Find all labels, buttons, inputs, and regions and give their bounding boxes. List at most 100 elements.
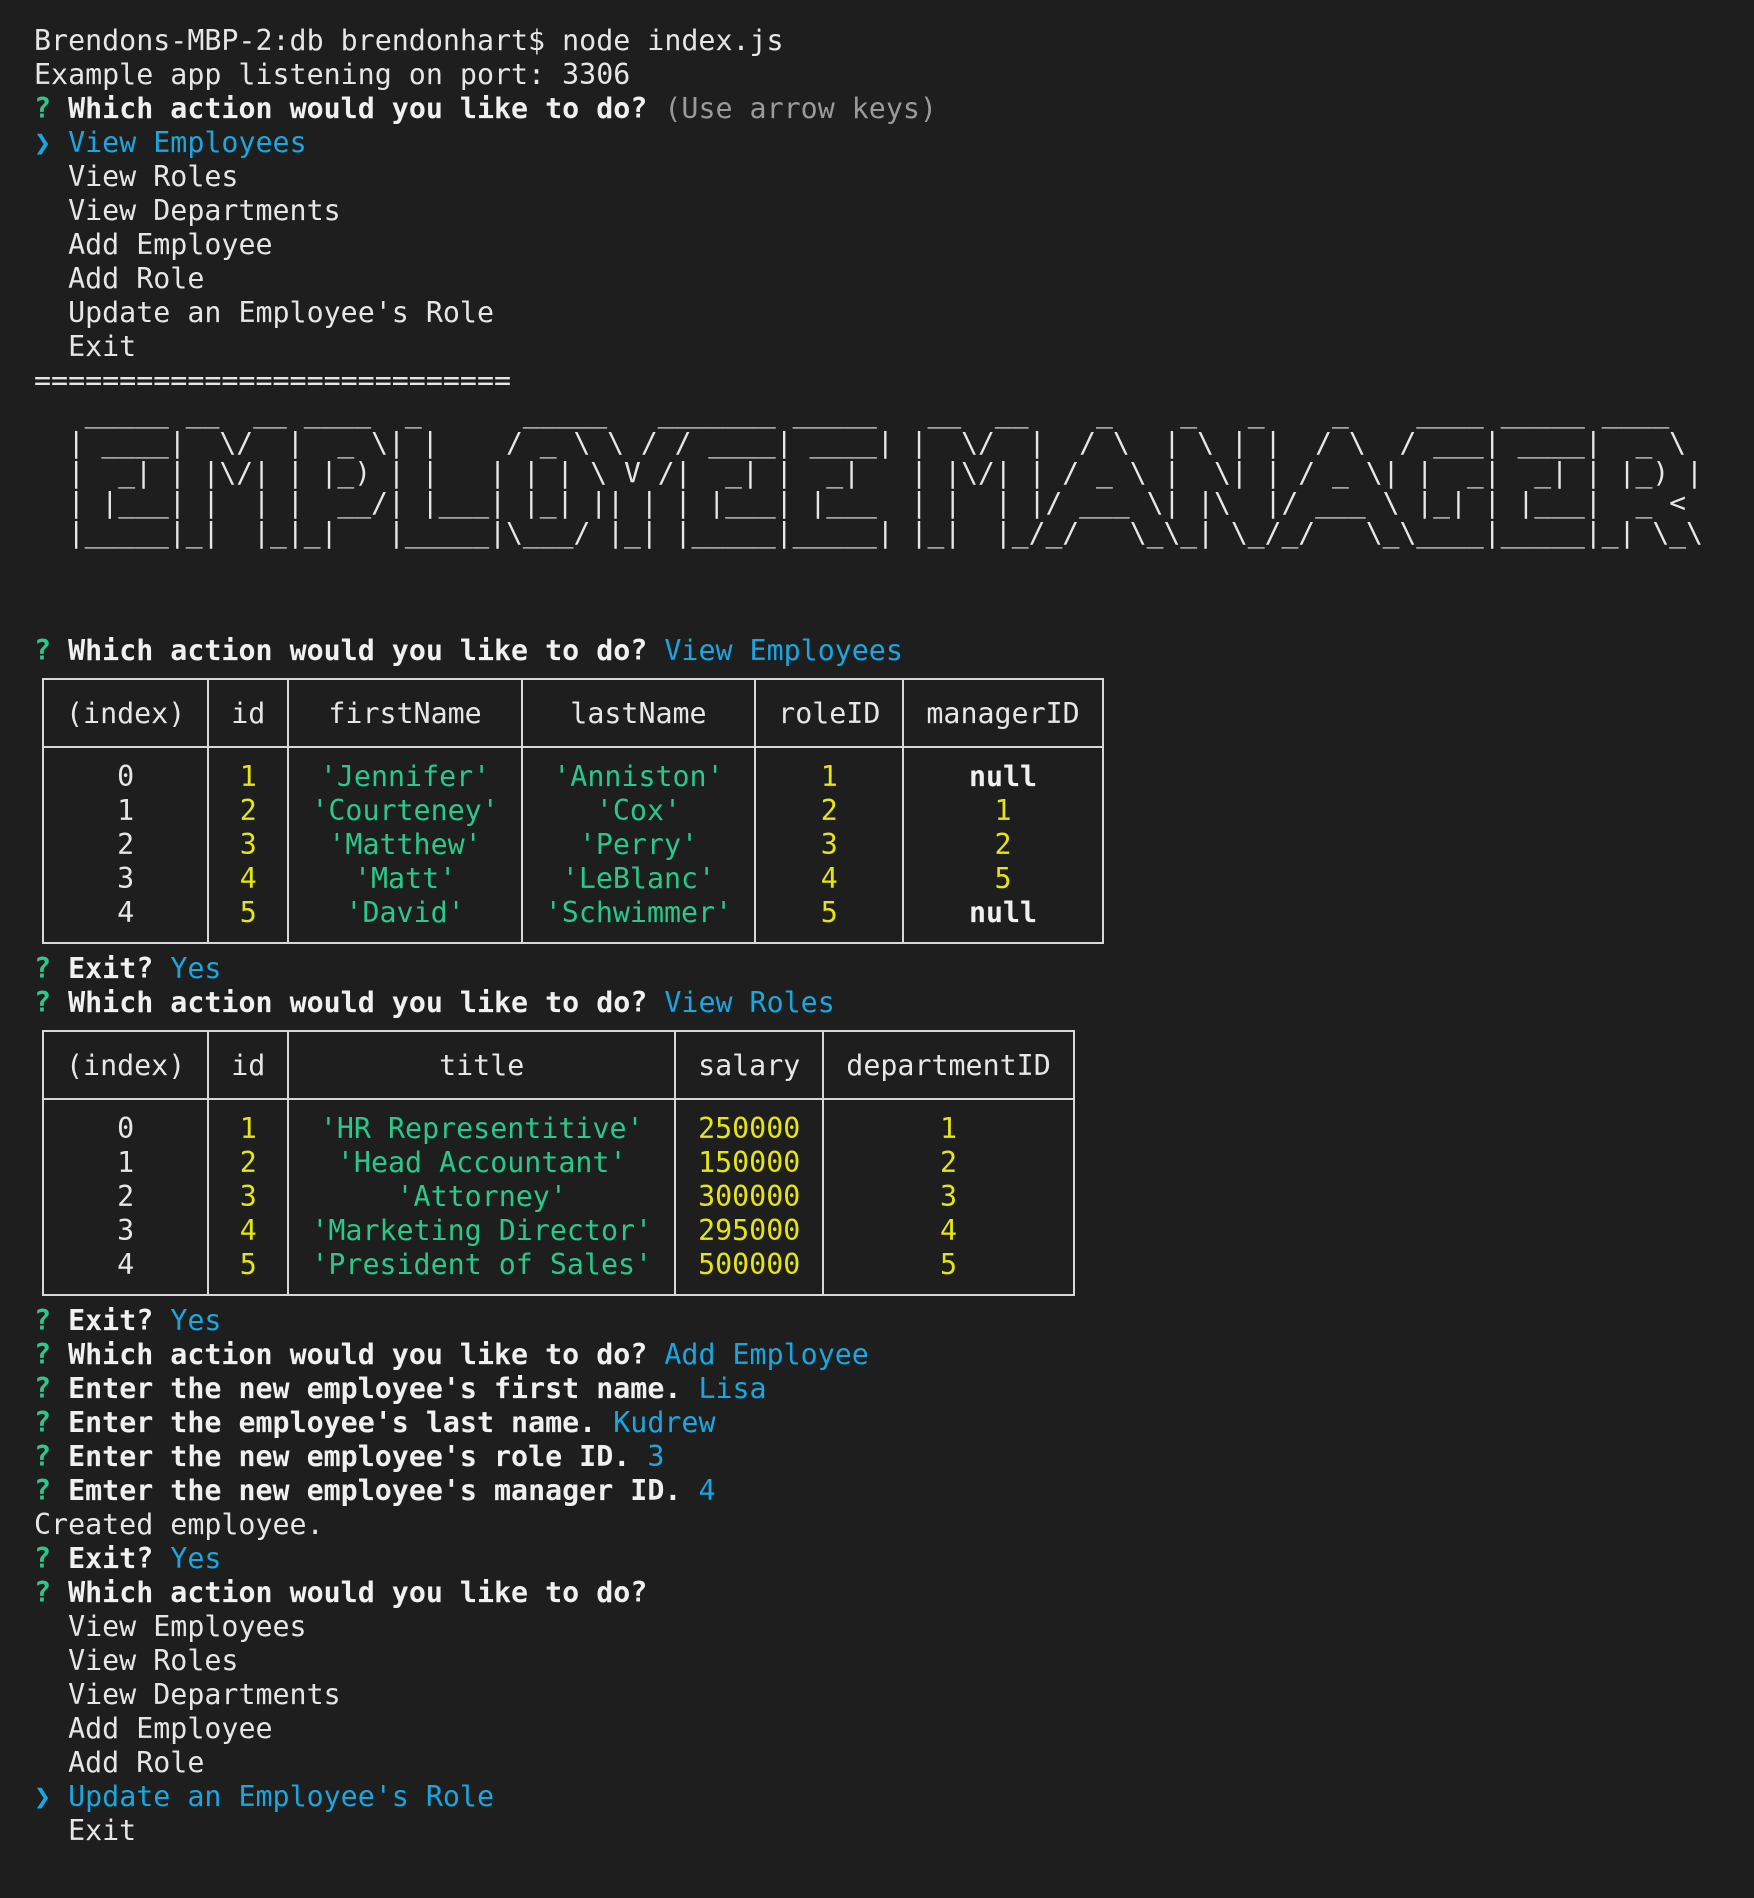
- employees-table: (index) id firstName lastName roleID man…: [41, 678, 1104, 944]
- index-cell: 0: [41, 1099, 210, 1146]
- id-cell: 4: [207, 862, 290, 896]
- question-mark-icon: ?: [34, 986, 52, 1019]
- table-row: 4 5 'President of Sales' 500000 5: [41, 1248, 1075, 1295]
- department-id-cell: 2: [822, 1146, 1075, 1180]
- first-name-cell: 'Matthew': [287, 828, 523, 862]
- exit-answer: Yes: [170, 1304, 222, 1337]
- server-listening-line: Example app listening on port: 3306: [34, 58, 631, 91]
- column-header: firstName: [287, 679, 523, 748]
- menu-option[interactable]: Add Role: [34, 1746, 1734, 1780]
- first-name-answer: Lisa: [698, 1372, 767, 1405]
- menu-option-label: View Employees: [68, 126, 307, 159]
- menu-option[interactable]: View Departments: [34, 1678, 1734, 1712]
- table-row: 2 3 'Matthew' 'Perry' 3 2: [41, 828, 1104, 862]
- table-row: 0 1 'HR Representitive' 250000 1: [41, 1099, 1075, 1146]
- id-cell: 1: [207, 1099, 290, 1146]
- menu-option-label: Update an Employee's Role: [68, 1780, 494, 1813]
- id-cell: 3: [207, 1180, 290, 1214]
- id-cell: 5: [207, 1248, 290, 1295]
- menu-option-label: View Roles: [68, 160, 239, 193]
- question-mark-icon: ?: [34, 1576, 52, 1609]
- title-cell: 'Head Accountant': [287, 1146, 677, 1180]
- index-cell: 2: [41, 1180, 210, 1214]
- index-cell: 4: [41, 1248, 210, 1295]
- question-mark-icon: ?: [34, 952, 52, 985]
- menu-option[interactable]: Add Employee: [34, 228, 1734, 262]
- last-name-cell: 'LeBlanc': [520, 862, 757, 896]
- question-mark-icon: ?: [34, 1406, 52, 1439]
- id-cell: 3: [207, 828, 290, 862]
- column-header: salary: [674, 1031, 825, 1100]
- menu-option-label: Exit: [68, 330, 137, 363]
- role-id-cell: 1: [754, 747, 905, 794]
- action-question: Which action would you like to do?: [68, 634, 648, 667]
- column-header: (index): [41, 1031, 210, 1100]
- column-header: lastName: [520, 679, 757, 748]
- exit-answer: Yes: [170, 1542, 222, 1575]
- role-id-cell: 3: [754, 828, 905, 862]
- first-name-cell: 'David': [287, 896, 523, 943]
- menu-option-selected[interactable]: ❯ Update an Employee's Role: [34, 1780, 1734, 1814]
- title-cell: 'HR Representitive': [287, 1099, 677, 1146]
- menu-option[interactable]: Exit: [34, 1814, 1734, 1848]
- role-id-question: Enter the new employee's role ID.: [68, 1440, 631, 1473]
- arrow-keys-hint: (Use arrow keys): [664, 92, 937, 125]
- table-row: 1 2 'Courteney' 'Cox' 2 1: [41, 794, 1104, 828]
- first-name-answer-line: ? Enter the new employee's first name. L…: [34, 1372, 1734, 1406]
- menu-option[interactable]: View Employees: [34, 1610, 1734, 1644]
- salary-cell: 150000: [674, 1146, 825, 1180]
- action-answer: Add Employee: [664, 1338, 869, 1371]
- action-question: Which action would you like to do?: [68, 1338, 648, 1371]
- manager-id-answer-line: ? Emter the new employee's manager ID. 4: [34, 1474, 1734, 1508]
- id-cell: 2: [207, 794, 290, 828]
- last-name-answer-line: ? Enter the employee's last name. Kudrew: [34, 1406, 1734, 1440]
- department-id-cell: 3: [822, 1180, 1075, 1214]
- id-cell: 5: [207, 896, 290, 943]
- index-cell: 3: [41, 1214, 210, 1248]
- first-name-cell: 'Courteney': [287, 794, 523, 828]
- index-cell: 1: [41, 1146, 210, 1180]
- menu-option[interactable]: View Roles: [34, 1644, 1734, 1678]
- manager-id-cell: 5: [902, 862, 1104, 896]
- id-cell: 4: [207, 1214, 290, 1248]
- menu-option[interactable]: Add Role: [34, 262, 1734, 296]
- first-name-cell: 'Matt': [287, 862, 523, 896]
- menu-option[interactable]: View Roles: [34, 160, 1734, 194]
- menu-option-label: Exit: [68, 1814, 137, 1847]
- menu-option-label: View Employees: [68, 1610, 307, 1643]
- table-row: 2 3 'Attorney' 300000 3: [41, 1180, 1075, 1214]
- role-id-cell: 5: [754, 896, 905, 943]
- menu-option-selected[interactable]: ❯ View Employees: [34, 126, 1734, 160]
- exit-answer-line: ? Exit? Yes: [34, 952, 1734, 986]
- id-cell: 1: [207, 747, 290, 794]
- table-row: 1 2 'Head Accountant' 150000 2: [41, 1146, 1075, 1180]
- table-header-row: (index) id title salary departmentID: [41, 1031, 1075, 1100]
- question-mark-icon: ?: [34, 1440, 52, 1473]
- manager-id-answer: 4: [698, 1474, 716, 1507]
- question-mark-icon: ?: [34, 1474, 52, 1507]
- table-row: 3 4 'Matt' 'LeBlanc' 4 5: [41, 862, 1104, 896]
- created-employee-message: Created employee.: [34, 1508, 324, 1541]
- action-question: Which action would you like to do?: [68, 1576, 648, 1609]
- role-id-answer-line: ? Enter the new employee's role ID. 3: [34, 1440, 1734, 1474]
- column-header: (index): [41, 679, 210, 748]
- last-name-question: Enter the employee's last name.: [68, 1406, 597, 1439]
- menu-option[interactable]: View Departments: [34, 194, 1734, 228]
- menu-option[interactable]: Exit: [34, 330, 1734, 364]
- question-mark-icon: ?: [34, 1338, 52, 1371]
- manager-id-cell: null: [902, 896, 1104, 943]
- menu-option-label: Update an Employee's Role: [68, 296, 494, 329]
- menu-option-label: Add Role: [68, 262, 205, 295]
- role-id-cell: 2: [754, 794, 905, 828]
- exit-answer-line: ? Exit? Yes: [34, 1304, 1734, 1338]
- table-row: 3 4 'Marketing Director' 295000 4: [41, 1214, 1075, 1248]
- action-answer-line: ? Which action would you like to do? Vie…: [34, 634, 1734, 668]
- manager-id-cell: 1: [902, 794, 1104, 828]
- salary-cell: 500000: [674, 1248, 825, 1295]
- manager-id-question: Emter the new employee's manager ID.: [68, 1474, 682, 1507]
- index-cell: 2: [41, 828, 210, 862]
- menu-option[interactable]: Update an Employee's Role: [34, 296, 1734, 330]
- menu-option[interactable]: Add Employee: [34, 1712, 1734, 1746]
- title-cell: 'President of Sales': [287, 1248, 677, 1295]
- employee-manager-banner: _____ __ __ ____ _ _____ _______ _____ _…: [67, 396, 1703, 549]
